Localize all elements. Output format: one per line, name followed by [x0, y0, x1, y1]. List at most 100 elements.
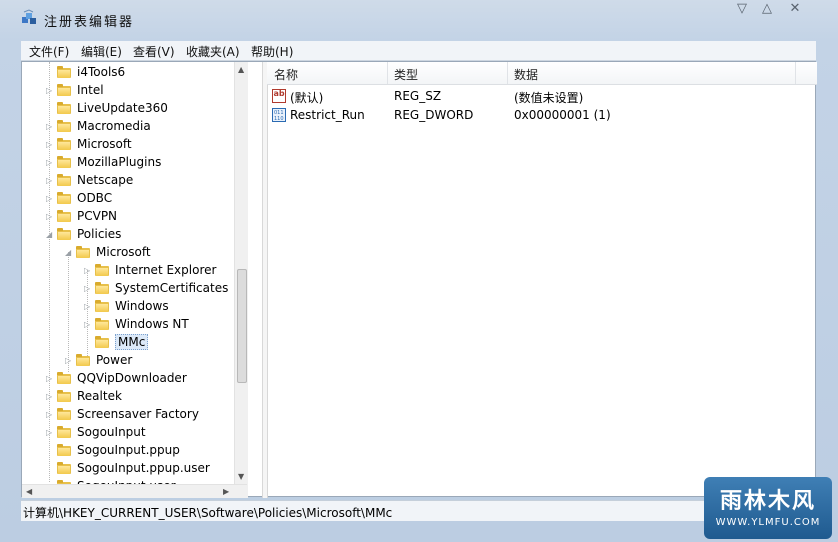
expand-arrow-icon[interactable]: ▷	[65, 357, 72, 365]
tree-item-label: Realtek	[77, 389, 122, 403]
column-type-header[interactable]: 类型	[394, 66, 418, 83]
tree-item[interactable]: ◢ Policies	[22, 226, 242, 244]
scroll-thumb[interactable]	[237, 269, 247, 383]
expand-arrow-icon[interactable]: ▷	[46, 123, 53, 131]
folder-icon	[57, 192, 71, 204]
watermark-text: 雨林木风	[719, 489, 816, 514]
list-header: 名称 类型 数据	[267, 62, 817, 85]
tree-item[interactable]: ▷ ODBC	[22, 190, 242, 208]
expand-arrow-icon	[84, 339, 91, 346]
status-bar: 计算机\HKEY_CURRENT_USER\Software\Policies\…	[21, 500, 816, 521]
tree-item[interactable]: SogouInput.ppup.user	[22, 460, 242, 478]
scroll-up-icon[interactable]: ▲	[238, 65, 244, 74]
registry-tree[interactable]: SogouInput.userSogouInput.ppup.userSogou…	[22, 62, 268, 498]
tree-item[interactable]: ▷ QQVipDownloader	[22, 370, 242, 388]
collapse-arrow-icon[interactable]: ◢	[65, 249, 72, 257]
tree-item[interactable]: ▷ Internet Explorer	[22, 262, 242, 280]
minimize-button[interactable]: ▽	[730, 1, 754, 19]
value-data: (数值未设置)	[514, 91, 584, 105]
menu-bar: 文件(F) 编辑(E) 查看(V) 收藏夹(A) 帮助(H)	[21, 41, 816, 61]
tree-item[interactable]: LiveUpdate360	[22, 100, 242, 118]
expand-arrow-icon[interactable]: ▷	[84, 321, 91, 329]
expand-arrow-icon[interactable]: ▷	[46, 393, 53, 401]
list-row[interactable]: 011 110 Restrict_Run REG_DWORD 0x0000000…	[267, 106, 817, 125]
tree-item[interactable]: MMc	[22, 334, 242, 352]
tree-item-label: ODBC	[77, 191, 113, 205]
tree-item-label: Power	[96, 353, 133, 367]
menu-help[interactable]: 帮助(H)	[251, 43, 293, 60]
expand-arrow-icon[interactable]: ▷	[46, 177, 53, 185]
expand-arrow-icon[interactable]: ▷	[46, 213, 53, 221]
folder-icon	[57, 84, 71, 96]
value-data: 0x00000001 (1)	[514, 108, 611, 122]
regedit-app-icon	[22, 9, 36, 24]
tree-item[interactable]: ▷ MozillaPlugins	[22, 154, 242, 172]
tree-item-label: Microsoft	[96, 245, 151, 259]
close-button[interactable]: ✕	[783, 1, 807, 19]
string-value-icon: ab	[272, 89, 286, 103]
column-separator[interactable]	[387, 62, 388, 84]
folder-icon	[57, 210, 71, 222]
expand-arrow-icon[interactable]: ▷	[46, 159, 53, 167]
expand-arrow-icon[interactable]: ▷	[84, 303, 91, 311]
folder-icon	[57, 408, 71, 420]
column-separator[interactable]	[795, 62, 796, 84]
tree-item[interactable]: ▷ Intel	[22, 82, 242, 100]
expand-arrow-icon[interactable]: ▷	[46, 375, 53, 383]
column-data-header[interactable]: 数据	[514, 66, 538, 83]
restore-button[interactable]: △	[755, 1, 779, 19]
column-name-header[interactable]: 名称	[274, 66, 298, 83]
tree-item[interactable]: ▷ Netscape	[22, 172, 242, 190]
expand-arrow-icon[interactable]: ▷	[46, 141, 53, 149]
tree-item[interactable]: ▷ SogouInput	[22, 424, 242, 442]
registry-path: 计算机\HKEY_CURRENT_USER\Software\Policies\…	[23, 506, 393, 520]
column-separator[interactable]	[507, 62, 508, 84]
tree-item-label: Macromedia	[77, 119, 151, 133]
folder-icon	[76, 354, 90, 366]
client-area: SogouInput.userSogouInput.ppup.userSogou…	[21, 61, 817, 498]
tree-item-label: SogouInput.ppup.user	[77, 461, 210, 475]
expand-arrow-icon[interactable]: ▷	[46, 87, 53, 95]
expand-arrow-icon[interactable]: ▷	[84, 267, 91, 275]
tree-item[interactable]: ▷ Microsoft	[22, 136, 242, 154]
tree-item[interactable]: i4Tools6	[22, 64, 242, 82]
scroll-left-icon[interactable]: ◀	[26, 487, 32, 496]
tree-item-label: Microsoft	[77, 137, 132, 151]
tree-item[interactable]: ▷ Windows	[22, 298, 242, 316]
tree-item[interactable]: ▷ Windows NT	[22, 316, 242, 334]
menu-edit[interactable]: 编辑(E)	[81, 43, 122, 60]
scroll-down-icon[interactable]: ▼	[238, 472, 244, 481]
tree-horizontal-scrollbar[interactable]: ◀ ▶	[22, 484, 247, 498]
tree-item[interactable]: SogouInput.ppup	[22, 442, 242, 460]
tree-item[interactable]: ◢ Microsoft	[22, 244, 242, 262]
expand-arrow-icon	[46, 447, 53, 454]
tree-item[interactable]: ▷ Macromedia	[22, 118, 242, 136]
menu-favorites[interactable]: 收藏夹(A)	[186, 43, 240, 60]
value-name: (默认)	[290, 91, 324, 105]
expand-arrow-icon[interactable]: ▷	[46, 195, 53, 203]
tree-item-label: Policies	[77, 227, 122, 241]
expand-arrow-icon[interactable]: ▷	[46, 411, 53, 419]
expand-arrow-icon[interactable]: ▷	[46, 429, 53, 437]
list-row[interactable]: ab (默认) REG_SZ (数值未设置)	[267, 87, 817, 106]
binary-value-icon: 011 110	[272, 108, 286, 122]
tree-item[interactable]: ▷ Realtek	[22, 388, 242, 406]
tree-item-label: SystemCertificates	[115, 281, 229, 295]
expand-arrow-icon[interactable]: ▷	[84, 285, 91, 293]
tree-item[interactable]: ▷ PCVPN	[22, 208, 242, 226]
tree-item-label: Screensaver Factory	[77, 407, 199, 421]
menu-view[interactable]: 查看(V)	[133, 43, 175, 60]
tree-item[interactable]: ▷ Power	[22, 352, 242, 370]
folder-icon	[57, 66, 71, 78]
tree-item-label: PCVPN	[77, 209, 118, 223]
menu-file[interactable]: 文件(F)	[29, 43, 69, 60]
title-bar[interactable]: 注册表编辑器 ▽ △ ✕	[0, 0, 838, 38]
tree-item[interactable]: ▷ Screensaver Factory	[22, 406, 242, 424]
tree-vertical-scrollbar[interactable]: ▲ ▼	[234, 62, 248, 498]
tree-item[interactable]: ▷ SystemCertificates	[22, 280, 242, 298]
collapse-arrow-icon[interactable]: ◢	[46, 231, 53, 239]
tree-item-label: MMc	[115, 334, 149, 350]
tree-item-label: i4Tools6	[77, 65, 126, 79]
folder-icon	[95, 264, 109, 276]
scroll-right-icon[interactable]: ▶	[223, 487, 229, 496]
